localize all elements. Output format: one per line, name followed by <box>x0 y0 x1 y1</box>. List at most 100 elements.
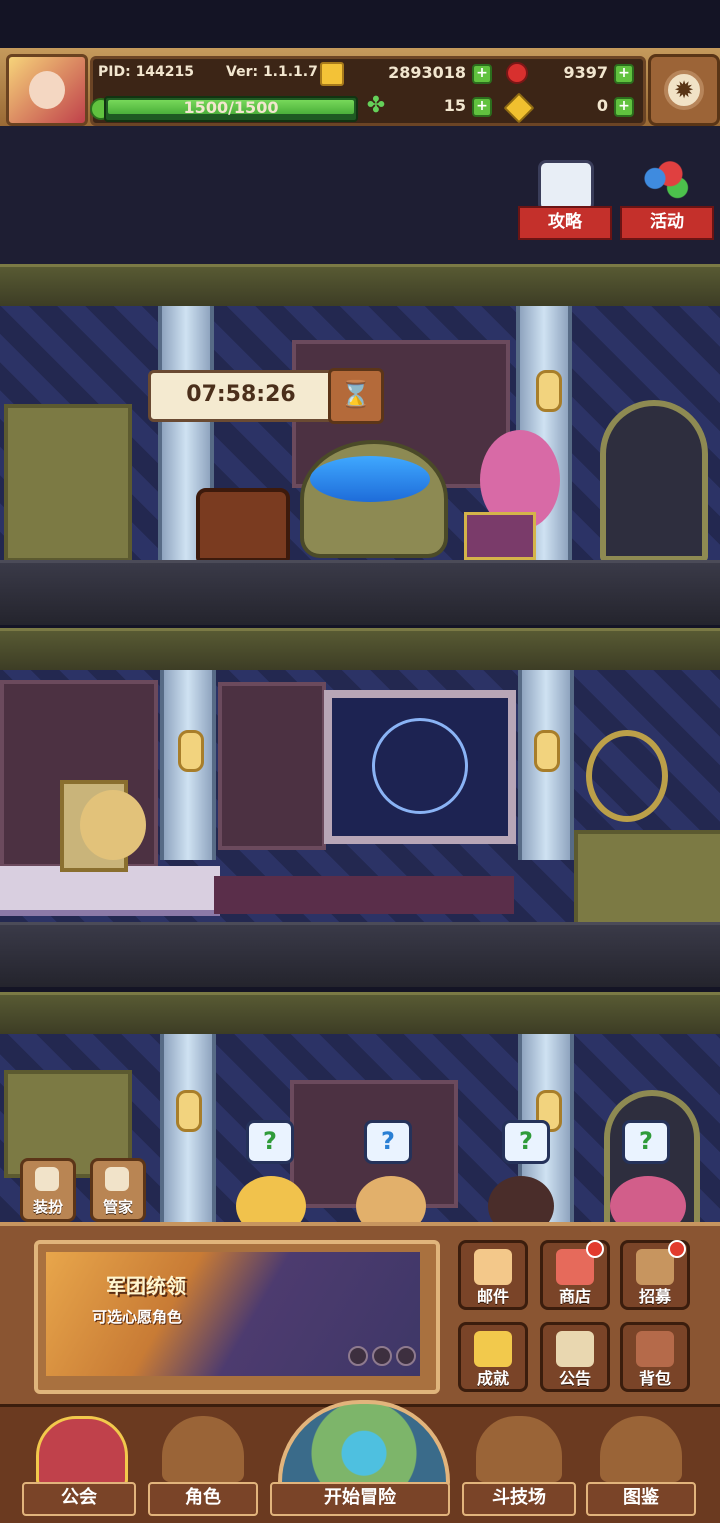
clover-icon: ✤ <box>366 93 386 118</box>
key-amount: 0 <box>596 96 608 115</box>
pager-dot[interactable] <box>348 1346 368 1366</box>
desk <box>0 866 220 916</box>
castle-ceiling <box>0 126 720 266</box>
dress-button[interactable]: 装扮 <box>20 1158 76 1222</box>
wall-lamp <box>178 730 204 772</box>
recruit-banner[interactable]: 军团统领 可选心愿角色 <box>34 1240 440 1394</box>
floor-3-ledge <box>0 992 720 1040</box>
bookshelf <box>574 830 720 928</box>
chest-icon <box>636 1249 674 1285</box>
treasure-chest[interactable] <box>196 488 290 562</box>
hourglass-icon[interactable]: ⌛ <box>328 368 384 424</box>
nav-adventure-label: 开始冒险 <box>270 1482 450 1516</box>
magic-circle <box>372 718 468 814</box>
nav-guild[interactable]: 公会 <box>22 1416 136 1516</box>
dress-label: 装扮 <box>32 1198 63 1216</box>
shop-label: 商店 <box>558 1287 591 1306</box>
nav-codex-label: 图鉴 <box>586 1482 696 1516</box>
gold-coin-icon <box>320 62 344 86</box>
magic-circle-screen <box>324 690 516 844</box>
gear-icon: ✹ <box>664 70 704 110</box>
potion-shelf <box>4 404 132 562</box>
cat-icon <box>105 1167 129 1191</box>
alchemy-cauldron[interactable] <box>300 440 448 558</box>
quest-bubble[interactable]: ? <box>622 1120 670 1164</box>
nav-adventure[interactable]: 开始冒险 <box>270 1400 450 1516</box>
ruby-amount: 9397 <box>563 63 608 82</box>
nav-character[interactable]: 角色 <box>148 1416 258 1516</box>
settings-button[interactable]: ✹ <box>648 54 720 126</box>
nav-guild-label: 公会 <box>22 1482 136 1516</box>
guide-button[interactable]: 攻略 <box>518 160 612 250</box>
notice-label: 公告 <box>558 1369 591 1388</box>
book-icon <box>600 1416 682 1482</box>
brick-counter <box>214 876 514 914</box>
event-label: 活动 <box>620 206 714 240</box>
banner-title: 军团统领 <box>106 1274 186 1298</box>
floor-2-ledge <box>0 628 720 676</box>
achievement-button[interactable]: 成就 <box>458 1322 528 1392</box>
butler-button[interactable]: 管家 <box>90 1158 146 1222</box>
version-label: Ver: 1.1.1.7 <box>226 64 318 80</box>
nav-arena-label: 斗技场 <box>462 1482 576 1516</box>
add-ruby-button[interactable]: + <box>614 64 634 84</box>
balloons-icon <box>640 160 690 206</box>
achievement-label: 成就 <box>476 1369 509 1388</box>
craft-timer: 07:58:26 <box>148 370 334 422</box>
world-map-icon <box>278 1400 450 1490</box>
shop-notification-badge <box>586 1240 604 1258</box>
event-button[interactable]: 活动 <box>620 160 714 250</box>
jewel-box <box>464 512 536 560</box>
player-avatar[interactable] <box>6 54 88 126</box>
butler-label: 管家 <box>102 1198 133 1216</box>
add-gold-button[interactable]: + <box>472 64 492 84</box>
quest-bubble[interactable]: ? <box>364 1120 412 1164</box>
wall-lamp <box>176 1090 202 1132</box>
cauldron-liquid <box>310 456 430 502</box>
nav-codex[interactable]: 图鉴 <box>586 1416 696 1516</box>
player-id: PID: 144215 <box>98 64 195 80</box>
notice-button[interactable]: 公告 <box>540 1322 610 1392</box>
pager-dot[interactable] <box>372 1346 392 1366</box>
nav-arena[interactable]: 斗技场 <box>462 1416 576 1516</box>
gold-amount: 2893018 <box>388 63 466 82</box>
backpack-label: 背包 <box>638 1369 671 1388</box>
notes-board <box>218 682 326 850</box>
backpack-button[interactable]: 背包 <box>620 1322 690 1392</box>
floor-1-ledge <box>0 264 720 312</box>
recruit-notification-badge <box>668 1240 686 1258</box>
add-key-button[interactable]: + <box>614 97 634 117</box>
floor-2-ground <box>0 922 720 987</box>
clover-amount: 15 <box>443 96 466 115</box>
wall-lamp <box>534 730 560 772</box>
floor-1-ground <box>0 560 720 625</box>
add-clover-button[interactable]: + <box>472 97 492 117</box>
character-icon <box>162 1416 244 1482</box>
backpack-icon <box>636 1331 674 1367</box>
recruit-label: 招募 <box>638 1287 671 1306</box>
stamina-bar: 1500/1500 <box>104 96 358 122</box>
ruby-icon <box>506 62 528 84</box>
quest-bubble[interactable]: ? <box>502 1120 550 1164</box>
quest-bubble[interactable]: ? <box>246 1120 294 1164</box>
megaphone-icon <box>556 1331 594 1367</box>
mail-button[interactable]: 邮件 <box>458 1240 528 1310</box>
trophy-icon <box>474 1331 512 1367</box>
avatar-face <box>29 71 65 109</box>
chat-icon <box>538 160 594 212</box>
mail-icon <box>474 1249 512 1285</box>
pager-dot[interactable] <box>396 1346 416 1366</box>
armillary-sphere <box>586 730 668 822</box>
mail-label: 邮件 <box>476 1287 509 1306</box>
guide-label: 攻略 <box>518 206 612 240</box>
scholar-character[interactable] <box>80 790 146 860</box>
banner-pager[interactable] <box>348 1346 420 1370</box>
arched-window <box>600 400 708 562</box>
guild-hall-icon <box>36 1416 128 1488</box>
clothes-icon <box>35 1167 59 1191</box>
nav-character-label: 角色 <box>148 1482 258 1516</box>
crossed-swords-icon <box>476 1416 562 1482</box>
stamina-value: 1500/1500 <box>183 98 279 117</box>
wall-lamp <box>536 370 562 412</box>
banner-subtitle: 可选心愿角色 <box>92 1308 183 1326</box>
